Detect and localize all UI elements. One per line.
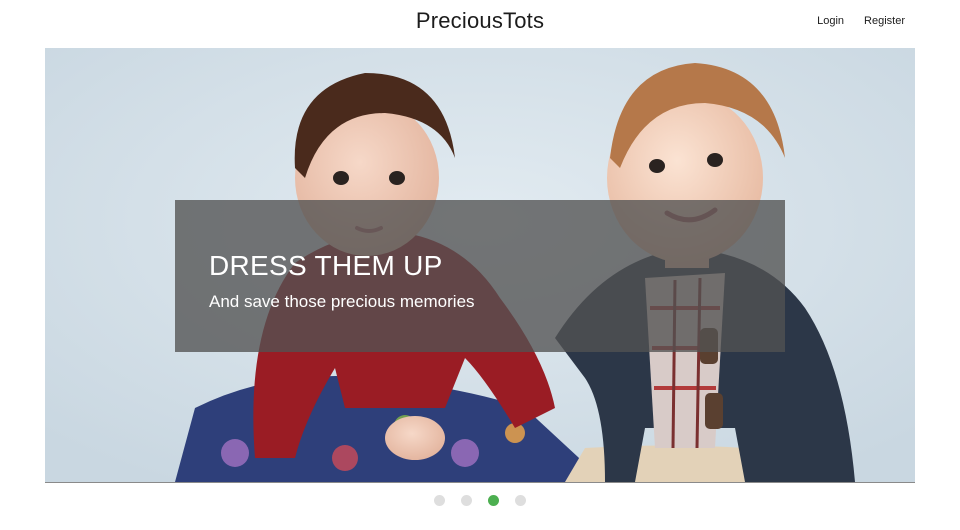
carousel-dot-2[interactable] (461, 495, 472, 506)
hero-caption: DRESS THEM UP And save those precious me… (175, 200, 785, 352)
register-link[interactable]: Register (864, 15, 905, 27)
hero-title: DRESS THEM UP (209, 250, 443, 281)
carousel-dot-3[interactable] (488, 495, 499, 506)
carousel-dot-1[interactable] (434, 495, 445, 506)
site-header: PreciousTots Login Register (0, 0, 960, 48)
brand-logo[interactable]: PreciousTots (0, 8, 960, 34)
hero-subtitle: And save those precious memories (209, 292, 475, 311)
carousel-indicators (0, 495, 960, 506)
header-nav: Login Register (817, 15, 905, 27)
carousel-dot-4[interactable] (515, 495, 526, 506)
page: PreciousTots Login Register DRESS THEM U… (0, 0, 960, 530)
login-link[interactable]: Login (817, 15, 844, 27)
hero-banner: DRESS THEM UP And save those precious me… (45, 48, 915, 483)
